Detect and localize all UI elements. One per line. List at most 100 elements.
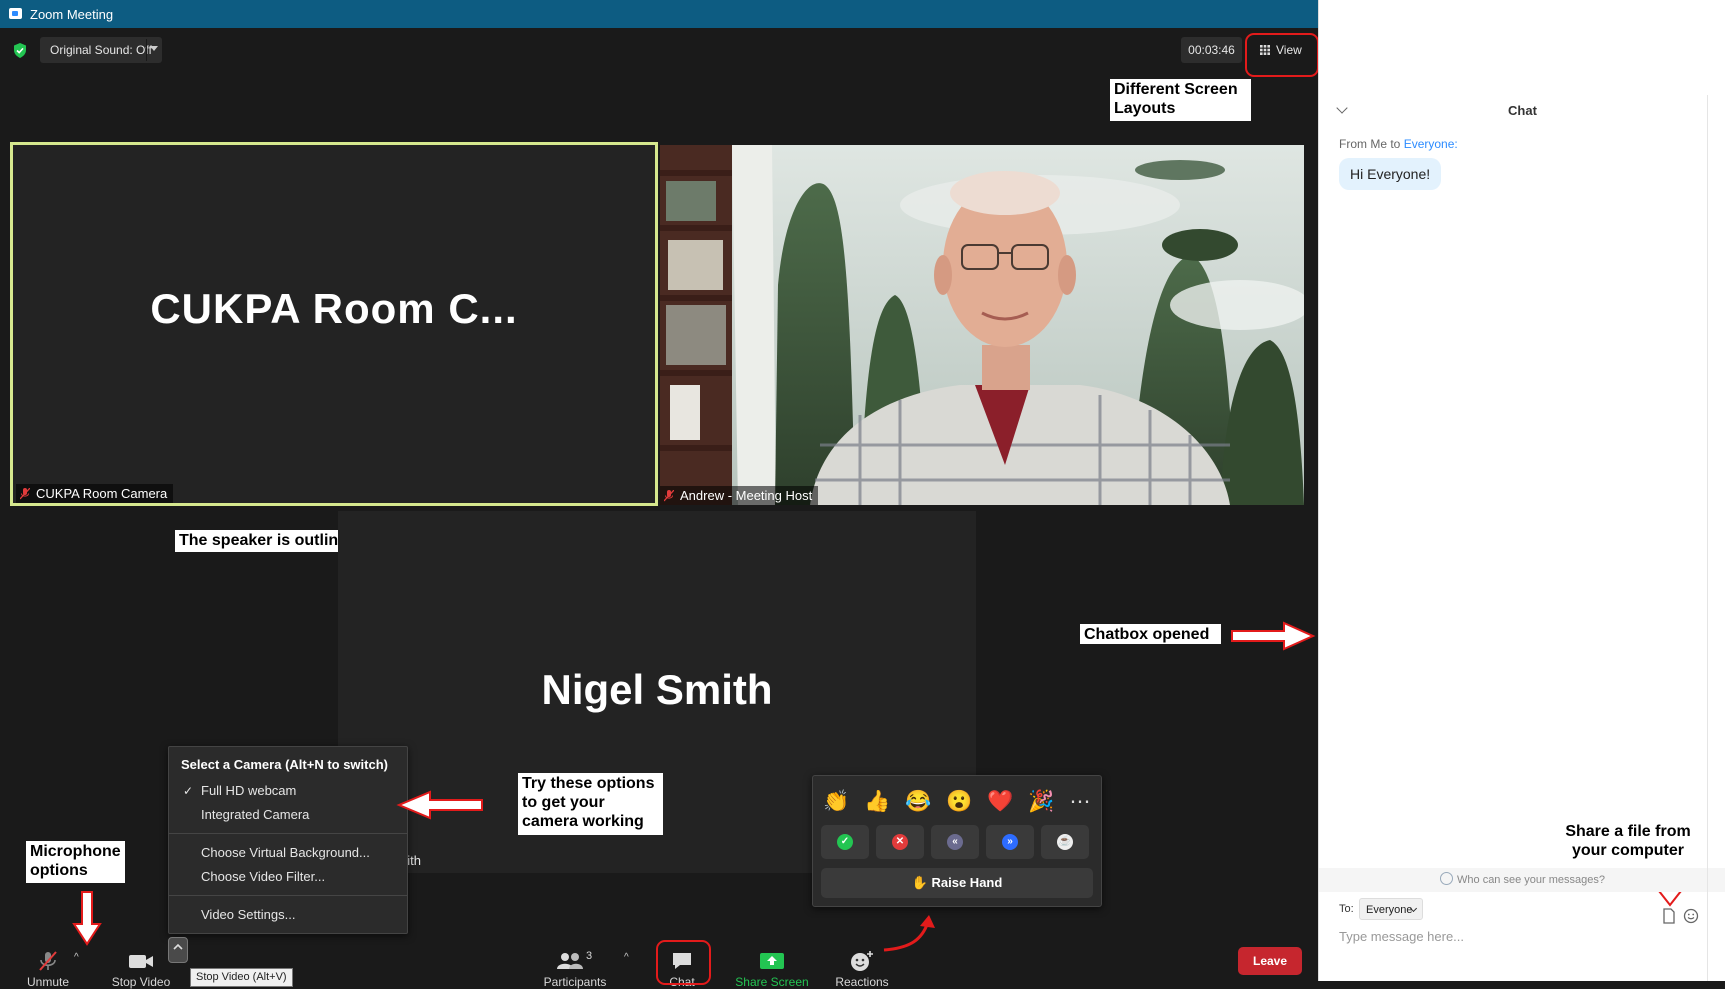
who-can-see-label: Who can see your messages? bbox=[1457, 874, 1605, 886]
person-lock-icon bbox=[1440, 872, 1454, 885]
window-titlebar: Zoom Meeting bbox=[0, 0, 1318, 28]
chevron-down-icon[interactable] bbox=[150, 46, 158, 51]
window-title: Zoom Meeting bbox=[30, 7, 114, 22]
participant-label: Andrew - Meeting Host bbox=[680, 488, 813, 503]
annotation-curved-arrow-icon bbox=[883, 915, 935, 952]
original-sound-label: Original Sound: Off bbox=[50, 43, 152, 57]
menu-item-label: Choose Video Filter... bbox=[201, 869, 326, 884]
speed-up-button[interactable]: » bbox=[986, 825, 1034, 859]
chevron-up-icon bbox=[173, 943, 183, 950]
video-options-chevron[interactable] bbox=[168, 937, 188, 963]
chat-title: Chat bbox=[1508, 103, 1537, 118]
annotation-arrow-down-icon bbox=[72, 891, 102, 946]
stop-video-label: Stop Video bbox=[111, 975, 171, 989]
share-screen-icon bbox=[760, 953, 784, 969]
video-tile-room-camera[interactable]: CUKPA Room C... CUKPA Room Camera bbox=[10, 142, 658, 506]
menu-item-label: Choose Virtual Background... bbox=[201, 845, 370, 860]
emoji-icon[interactable] bbox=[1683, 908, 1699, 924]
muted-mic-icon bbox=[39, 951, 57, 971]
choose-video-filter-item[interactable]: Choose Video Filter... bbox=[169, 866, 407, 888]
stop-video-button[interactable]: Stop Video bbox=[108, 950, 174, 989]
hand-icon: ✋ bbox=[911, 875, 928, 890]
participants-icon: 3 bbox=[555, 950, 595, 972]
file-share-icon[interactable] bbox=[1662, 908, 1676, 924]
annotation-share-file: Share a file from your computer bbox=[1553, 821, 1703, 863]
recipient-value: Everyone bbox=[1366, 904, 1413, 916]
who-can-see-messages[interactable]: Who can see your messages? bbox=[1319, 868, 1725, 892]
fast-forward-icon: » bbox=[1002, 834, 1018, 850]
muted-mic-icon bbox=[20, 488, 30, 500]
chevron-up-icon[interactable]: ^ bbox=[624, 952, 634, 963]
zoom-app-icon bbox=[9, 8, 22, 19]
camera-menu: Select a Camera (Alt+N to switch) ✓ Full … bbox=[168, 746, 408, 934]
reactions-panel: 👏 👍 😂 😮 ❤️ 🎉 ⋯ ✓ ✕ « » ☕ ✋ Raise Hand bbox=[812, 775, 1102, 907]
yes-button[interactable]: ✓ bbox=[821, 825, 869, 859]
slow-down-button[interactable]: « bbox=[931, 825, 979, 859]
camera-option-integrated-camera[interactable]: Integrated Camera bbox=[169, 804, 407, 826]
encryption-shield-icon[interactable] bbox=[13, 43, 27, 58]
video-camera-icon bbox=[129, 955, 153, 968]
camera-option-full-hd-webcam[interactable]: ✓ Full HD webcam bbox=[169, 780, 407, 802]
muted-mic-icon bbox=[664, 490, 674, 502]
participant-name-large: CUKPA Room C... bbox=[150, 285, 518, 332]
annotation-layouts: Different Screen Layouts bbox=[1110, 79, 1251, 121]
divider bbox=[169, 895, 407, 896]
close-icon: ✕ bbox=[892, 834, 908, 850]
reactions-label: Reactions bbox=[835, 975, 889, 989]
party-reaction-icon[interactable]: 🎉 bbox=[1028, 789, 1054, 815]
annotation-speaker: The speaker is outlined bbox=[175, 530, 365, 552]
camera-option-label: Integrated Camera bbox=[201, 807, 310, 822]
check-icon: ✓ bbox=[837, 834, 853, 850]
heart-reaction-icon[interactable]: ❤️ bbox=[987, 789, 1013, 815]
recipient-dropdown[interactable]: Everyone bbox=[1359, 898, 1423, 920]
video-tile-host[interactable]: Andrew - Meeting Host bbox=[660, 145, 1304, 505]
stop-video-tooltip: Stop Video (Alt+V) bbox=[190, 968, 293, 987]
annotation-circle-chat bbox=[656, 940, 711, 985]
participant-name-large: Nigel Smith bbox=[541, 666, 773, 713]
participants-label: Participants bbox=[543, 975, 607, 989]
unmute-label: Unmute bbox=[26, 975, 70, 989]
surprised-reaction-icon[interactable]: 😮 bbox=[946, 789, 972, 815]
thumbs-up-reaction-icon[interactable]: 👍 bbox=[864, 789, 890, 815]
unmute-button[interactable]: Unmute bbox=[22, 950, 74, 989]
clap-reaction-icon[interactable]: 👏 bbox=[823, 789, 849, 815]
chevron-up-icon[interactable]: ^ bbox=[74, 952, 84, 963]
from-target[interactable]: Everyone: bbox=[1404, 137, 1458, 151]
chat-message-input[interactable]: Type message here... bbox=[1339, 929, 1464, 944]
leave-button[interactable]: Leave bbox=[1238, 947, 1302, 975]
camera-menu-header: Select a Camera (Alt+N to switch) bbox=[181, 757, 388, 772]
annotation-mic: Microphone options bbox=[26, 841, 125, 883]
divider bbox=[169, 833, 407, 834]
video-settings-item[interactable]: Video Settings... bbox=[169, 904, 407, 926]
participant-nametag: CUKPA Room Camera bbox=[16, 484, 174, 503]
from-prefix: From Me to bbox=[1339, 137, 1404, 151]
checkmark-icon: ✓ bbox=[183, 784, 194, 798]
share-screen-button[interactable]: Share Screen bbox=[731, 950, 813, 989]
chat-message-bubble: Hi Everyone! bbox=[1339, 158, 1442, 190]
annotation-circle-view bbox=[1245, 33, 1319, 77]
original-sound-button[interactable]: Original Sound: Off bbox=[40, 37, 162, 63]
menu-item-label: Video Settings... bbox=[201, 907, 296, 922]
divider bbox=[1707, 95, 1708, 981]
coffee-button[interactable]: ☕ bbox=[1041, 825, 1089, 859]
raise-hand-label: Raise Hand bbox=[931, 875, 1003, 890]
participant-nametag: Andrew - Meeting Host bbox=[660, 486, 819, 505]
share-screen-label: Share Screen bbox=[735, 975, 809, 989]
participants-count: 3 bbox=[586, 950, 593, 962]
participants-button[interactable]: 3 Participants bbox=[542, 950, 608, 989]
chat-panel: Chat From Me to Everyone: Hi Everyone! S… bbox=[1318, 0, 1725, 981]
reactions-button[interactable]: Reactions bbox=[832, 950, 892, 989]
choose-virtual-background-item[interactable]: Choose Virtual Background... bbox=[169, 842, 407, 864]
to-label: To: bbox=[1339, 903, 1354, 915]
rewind-icon: « bbox=[947, 834, 963, 850]
more-reactions-icon[interactable]: ⋯ bbox=[1067, 789, 1093, 815]
joy-reaction-icon[interactable]: 😂 bbox=[905, 789, 931, 815]
people-icon bbox=[557, 953, 583, 969]
annotation-arrow-right-icon bbox=[1231, 621, 1316, 651]
annotation-arrow-left-icon bbox=[396, 790, 483, 820]
divider bbox=[146, 39, 147, 61]
no-button[interactable]: ✕ bbox=[876, 825, 924, 859]
raise-hand-button[interactable]: ✋ Raise Hand bbox=[821, 868, 1093, 898]
chat-message-sender: From Me to Everyone: bbox=[1339, 137, 1458, 151]
emoji-plus-icon bbox=[851, 951, 873, 971]
